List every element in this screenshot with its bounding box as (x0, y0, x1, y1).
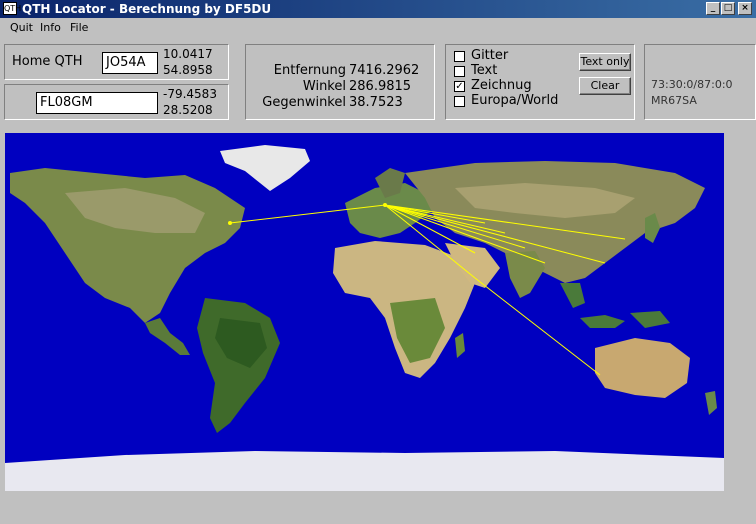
reverse-angle-value: 38.7523 (349, 95, 403, 110)
clear-button[interactable]: Clear (579, 77, 631, 95)
gitter-checkbox[interactable] (454, 51, 465, 62)
reverse-angle-label: Gegenwinkel (262, 95, 346, 110)
zeichnug-label: Zeichnug (471, 78, 532, 93)
home-lon-value: 10.0417 (163, 47, 213, 61)
close-button[interactable]: × (738, 2, 752, 15)
app-icon: QTH (3, 2, 22, 15)
antarctica-landmass (5, 451, 724, 491)
dest-locator-input[interactable]: FL08GM (36, 92, 158, 114)
text-label: Text (471, 63, 498, 78)
menu-file[interactable]: File (70, 21, 88, 34)
home-locator-input[interactable]: JO54A (102, 52, 158, 74)
status-coords: 73:30:0/87:0:0 (651, 78, 733, 91)
dest-lat-value: 28.5208 (163, 103, 213, 117)
status-locator: MR67SA (651, 94, 697, 107)
home-marker (383, 203, 387, 207)
options-panel: Gitter Text ✓ Zeichnug Europa/World Text… (445, 44, 635, 120)
menu-bar: Quit Info File (0, 19, 756, 37)
menu-quit[interactable]: Quit (10, 21, 33, 34)
home-lat-value: 54.8958 (163, 63, 213, 77)
results-panel: Entfernung 7416.2962 Winkel 286.9815 Geg… (245, 44, 435, 120)
home-qth-label: Home QTH (12, 54, 83, 69)
zeichnug-checkbox[interactable]: ✓ (454, 81, 465, 92)
europa-world-checkbox[interactable] (454, 96, 465, 107)
text-only-button[interactable]: Text only (579, 53, 631, 71)
maximize-button[interactable]: □ (721, 2, 735, 15)
world-map-svg (5, 133, 724, 491)
world-map[interactable] (5, 133, 724, 491)
minimize-button[interactable]: _ (706, 2, 720, 15)
dest-qth-panel: FL08GM -79.4583 28.5208 (4, 84, 229, 120)
title-bar: QTH QTH Locator - Berechnung by DF5DU _ … (0, 0, 756, 18)
dest-marker (228, 221, 232, 225)
gitter-label: Gitter (471, 48, 509, 63)
angle-value: 286.9815 (349, 79, 412, 94)
status-panel: 73:30:0/87:0:0 MR67SA (644, 44, 756, 120)
angle-label: Winkel (302, 79, 346, 94)
home-qth-panel: Home QTH JO54A 10.0417 54.8958 (4, 44, 229, 80)
window-title: QTH Locator - Berechnung by DF5DU (22, 2, 272, 16)
europa-world-label: Europa/World (471, 93, 559, 108)
dest-lon-value: -79.4583 (163, 87, 217, 101)
distance-label: Entfernung (273, 63, 346, 78)
text-checkbox[interactable] (454, 66, 465, 77)
distance-value: 7416.2962 (349, 63, 420, 78)
menu-info[interactable]: Info (40, 21, 61, 34)
